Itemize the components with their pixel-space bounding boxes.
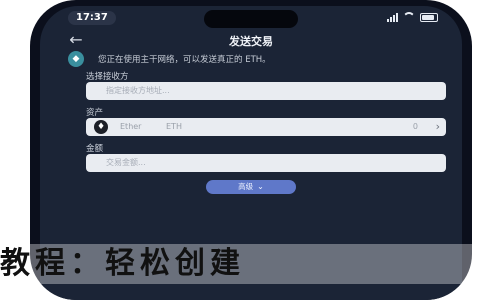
asset-name: Ether — [120, 122, 142, 131]
advanced-button-label: 高级 — [238, 182, 254, 191]
status-icons — [387, 12, 438, 22]
dynamic-island — [204, 10, 298, 28]
network-notice: ◆ 您正在使用主干网络，可以发送真正的 ETH。 — [68, 50, 448, 68]
navigation-bar: ← 发送交易 — [40, 28, 462, 52]
chevron-right-icon: › — [435, 120, 440, 133]
wifi-icon — [403, 12, 415, 22]
ethereum-icon: ◆ — [68, 51, 84, 67]
recipient-label: 选择接收方 — [86, 72, 129, 82]
status-bar: 17:37 — [40, 6, 462, 28]
recipient-input[interactable]: 指定接收方地址... — [86, 82, 446, 100]
amount-input[interactable]: 交易金额... — [86, 154, 446, 172]
amount-label: 金额 — [86, 144, 104, 154]
asset-label: 资产 — [86, 108, 104, 118]
overlay-banner-text: 教程：轻松创建 — [0, 244, 500, 284]
asset-selector[interactable]: ♦ Ether ETH 0 › — [86, 118, 446, 136]
signal-icon — [387, 12, 398, 22]
network-notice-text: 您正在使用主干网络，可以发送真正的 ETH。 — [98, 55, 271, 65]
asset-balance: 0 — [412, 122, 418, 131]
chevron-down-icon: ⌄ — [257, 182, 264, 191]
ether-coin-icon: ♦ — [94, 120, 108, 134]
advanced-button[interactable]: 高级 ⌄ — [206, 180, 296, 194]
asset-symbol: ETH — [166, 122, 182, 131]
battery-icon — [420, 13, 438, 22]
status-time: 17:37 — [68, 11, 116, 25]
page-title: 发送交易 — [229, 35, 273, 48]
